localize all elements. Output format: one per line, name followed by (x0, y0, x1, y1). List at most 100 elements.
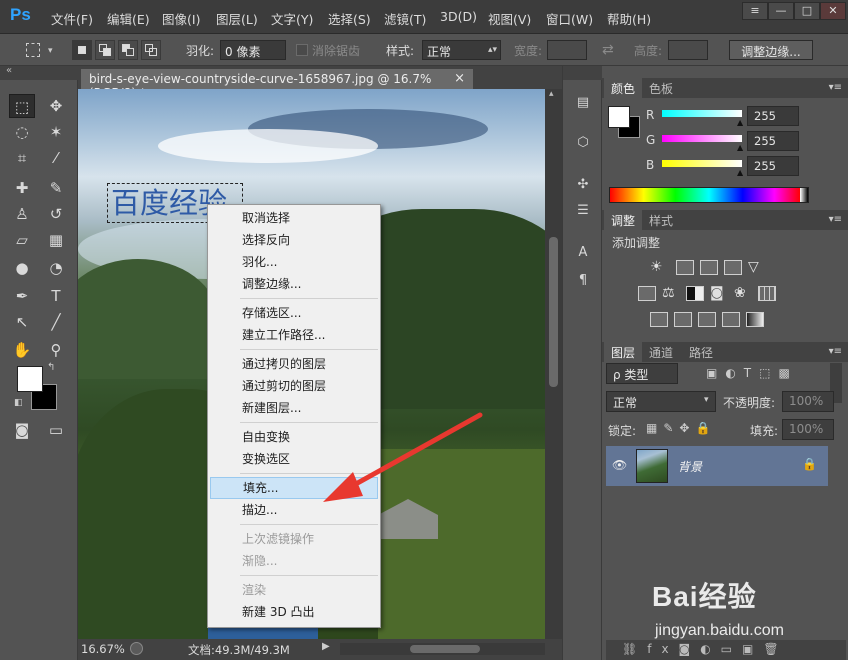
tab-layers[interactable]: 图层 (604, 342, 643, 362)
subtract-selection-icon[interactable] (118, 40, 138, 60)
clone-stamp-icon[interactable]: ♙ (9, 202, 35, 226)
minimize-button[interactable]: — (768, 2, 794, 20)
channel-b-slider[interactable] (662, 160, 742, 167)
vibrance-icon[interactable]: ▽ (748, 260, 766, 275)
feather-input[interactable]: 0 像素 (220, 40, 286, 60)
hscroll-thumb[interactable] (410, 645, 480, 653)
selective-color-icon[interactable] (722, 312, 740, 327)
channel-g-slider[interactable] (662, 135, 742, 142)
menu-help[interactable]: 帮助(H) (607, 9, 651, 28)
menu-3d[interactable]: 3D(D) (440, 9, 477, 24)
layer-row-background[interactable]: 👁 背景 🔒 (606, 446, 828, 486)
add-selection-icon[interactable] (95, 40, 115, 60)
tab-swatches[interactable]: 色板 (642, 78, 680, 98)
color-lookup-icon[interactable] (758, 286, 776, 301)
layer-filter-icons[interactable]: ▣◐T⬚▩ (706, 366, 798, 380)
menu-window[interactable]: 窗口(W) (546, 9, 593, 28)
posterize-icon[interactable] (674, 312, 692, 327)
maximize-button[interactable]: □ (794, 2, 820, 20)
gradient-map-icon[interactable] (746, 312, 764, 327)
gradient-tool-icon[interactable]: ▦ (43, 228, 69, 252)
invert-icon[interactable] (650, 312, 668, 327)
hue-saturation-icon[interactable] (638, 286, 656, 301)
character-panel-icon[interactable]: A (571, 242, 595, 264)
ctx-make-work-path[interactable]: 建立工作路径... (210, 324, 378, 346)
pen-tool-icon[interactable]: ✒ (9, 284, 35, 308)
menu-type[interactable]: 文字(Y) (271, 9, 313, 28)
3d-panel-icon[interactable]: ⬡ (571, 132, 595, 154)
channel-r-value[interactable]: 255 (747, 106, 799, 126)
blur-tool-icon[interactable]: ● (9, 256, 35, 280)
exposure-icon[interactable] (724, 260, 742, 275)
channel-mixer-icon[interactable]: ❀ (734, 286, 752, 301)
height-input[interactable] (668, 40, 708, 60)
refine-edge-button[interactable]: 调整边缘... (729, 40, 813, 60)
tab-paths[interactable]: 路径 (682, 342, 720, 362)
history-panel-icon[interactable]: ▤ (571, 92, 595, 114)
panel-menu-icon[interactable]: ▾≡ (829, 82, 842, 93)
menu-select[interactable]: 选择(S) (328, 9, 371, 28)
curves-icon[interactable] (700, 260, 718, 275)
zoom-level[interactable]: 16.67% (81, 642, 125, 656)
quick-mask-icon[interactable]: ◙ (9, 418, 35, 442)
hand-tool-icon[interactable]: ✋ (9, 338, 35, 362)
new-selection-icon[interactable] (72, 40, 92, 60)
threshold-icon[interactable] (698, 312, 716, 327)
close-button[interactable]: ✕ (820, 2, 846, 20)
channel-b-value[interactable]: 255 (747, 156, 799, 176)
channel-r-slider[interactable] (662, 110, 742, 117)
zoom-tool-icon[interactable]: ⚲ (43, 338, 69, 362)
antialias-checkbox[interactable] (296, 44, 308, 56)
rect-marquee-tool-icon[interactable]: ⬚ (9, 94, 35, 118)
status-icon[interactable] (130, 642, 143, 655)
ctx-select-inverse[interactable]: 选择反向 (210, 229, 378, 251)
paragraph-panel-icon[interactable]: ¶ (571, 270, 595, 292)
ctx-feather[interactable]: 羽化... (210, 251, 378, 273)
ctx-new-3d-extrusion[interactable]: 新建 3D 凸出 (210, 601, 378, 623)
menu-file[interactable]: 文件(F) (51, 9, 93, 28)
tab-channels[interactable]: 通道 (642, 342, 680, 362)
swap-colors-icon[interactable]: ↰ (47, 362, 55, 373)
ctx-deselect[interactable]: 取消选择 (210, 207, 378, 229)
opacity-input[interactable]: 100% (782, 391, 834, 412)
crop-tool-icon[interactable]: ⌗ (9, 146, 35, 170)
intersect-selection-icon[interactable] (141, 40, 161, 60)
document-close-icon[interactable]: × (454, 71, 465, 86)
scrollbar-thumb[interactable] (549, 237, 558, 387)
workspace-menu-button[interactable]: ≡ (742, 2, 768, 20)
move-tool-icon[interactable]: ✥ (43, 94, 69, 118)
horizontal-scrollbar[interactable] (340, 643, 545, 655)
document-tab[interactable]: bird-s-eye-view-countryside-curve-165896… (81, 69, 473, 100)
eraser-tool-icon[interactable]: ▱ (9, 228, 35, 252)
brightness-icon[interactable]: ☀ (650, 260, 668, 275)
channel-g-value[interactable]: 255 (747, 131, 799, 151)
rect-marquee-preset-icon[interactable] (26, 43, 40, 57)
magic-wand-icon[interactable]: ✶ (43, 120, 69, 144)
black-white-icon[interactable] (686, 286, 704, 301)
dodge-tool-icon[interactable]: ◔ (43, 256, 69, 280)
foreground-color-swatch-top[interactable] (17, 366, 43, 392)
swap-icon[interactable]: ⇄ (602, 42, 614, 58)
panel-menu-icon[interactable]: ▾≡ (829, 346, 842, 357)
scroll-up-icon[interactable]: ▴ (549, 89, 554, 99)
path-selection-icon[interactable]: ↖ (9, 310, 35, 334)
menu-layer[interactable]: 图层(L) (216, 9, 258, 28)
default-colors-icon[interactable]: ◧ (14, 398, 23, 408)
g-slider-handle-icon[interactable]: ▲ (737, 143, 743, 152)
chevron-down-icon[interactable]: ▾ (48, 46, 53, 56)
tab-adjustments[interactable]: 调整 (604, 210, 643, 230)
color-spectrum-bar[interactable] (609, 187, 809, 203)
photo-filter-icon[interactable]: ◙ (710, 286, 728, 301)
type-tool-icon[interactable]: T (43, 284, 69, 308)
levels-icon[interactable] (676, 260, 694, 275)
blend-mode-select[interactable]: 正常 (606, 391, 716, 412)
vertical-scrollbar[interactable]: ▴ (545, 89, 562, 639)
screen-mode-icon[interactable]: ▭ (43, 418, 69, 442)
menu-edit[interactable]: 编辑(E) (107, 9, 150, 28)
b-slider-handle-icon[interactable]: ▲ (737, 168, 743, 177)
brush-panel-icon[interactable]: ✣ (571, 174, 595, 196)
ctx-layer-via-cut[interactable]: 通过剪切的图层 (210, 375, 378, 397)
fg-color-box[interactable] (608, 106, 630, 128)
healing-brush-icon[interactable]: ✚ (9, 176, 35, 200)
brush-presets-icon[interactable]: ☰ (571, 200, 595, 222)
